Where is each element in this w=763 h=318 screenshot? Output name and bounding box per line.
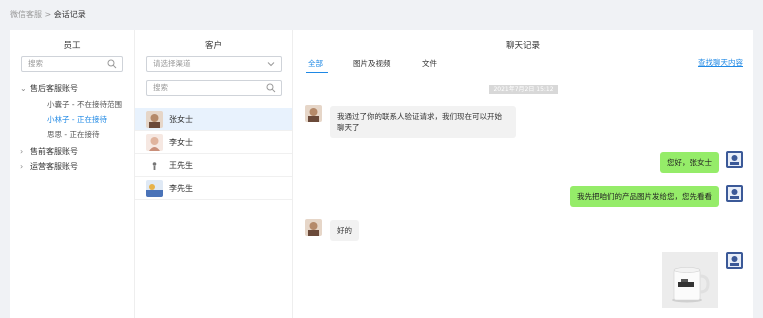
chat-title: 聊天记录: [505, 41, 540, 51]
staff-title: 员工: [63, 41, 81, 51]
tree-item-staff[interactable]: 小囊子 - 不在接待范围: [47, 99, 122, 110]
staff-search-input[interactable]: 搜索: [21, 56, 123, 72]
tab-all[interactable]: 全部: [308, 58, 323, 69]
agent-avatar[interactable]: [726, 252, 743, 269]
agent-avatar[interactable]: [726, 185, 743, 202]
caret-right-icon[interactable]: ›: [20, 162, 30, 171]
agent-avatar[interactable]: [726, 151, 743, 168]
chevron-down-icon[interactable]: [266, 59, 276, 69]
chat-column: 聊天记录 全部 图片及视频 文件 查找聊天内容 2021年7月2日 15:12 …: [293, 30, 753, 318]
caret-right-icon[interactable]: ›: [20, 147, 30, 156]
customer-name: 王先生: [169, 161, 193, 170]
customer-item[interactable]: 李女士: [135, 131, 292, 154]
channel-select-placeholder: 请选择渠道: [153, 59, 191, 68]
avatar: [146, 134, 163, 151]
channel-select[interactable]: 请选择渠道: [146, 56, 282, 72]
customer-title: 客户: [204, 41, 222, 51]
mug-image: [662, 252, 718, 308]
active-tab-indicator: [306, 72, 328, 73]
customer-avatar[interactable]: [305, 105, 322, 122]
tree-group-label: 售后客服账号: [30, 84, 78, 93]
tree-group-after-sales[interactable]: ⌄ 售后客服账号: [20, 83, 78, 94]
tree-group-pre-sales[interactable]: › 售前客服账号: [20, 146, 78, 157]
breadcrumb-current: 会话记录: [53, 10, 86, 19]
search-icon[interactable]: [266, 83, 276, 93]
customer-column: 客户 请选择渠道 搜索 张女士 李女士 王先生 李先生: [135, 30, 293, 318]
staff-search-placeholder: 搜索: [28, 59, 43, 68]
customer-search-input[interactable]: 搜索: [146, 80, 282, 96]
staff-column: 员工 搜索 ⌄ 售后客服账号 小囊子 - 不在接待范围 小林子 - 正在接待 思思…: [10, 30, 135, 318]
customer-item-selected[interactable]: 张女士: [135, 108, 292, 131]
message-timestamp: 2021年7月2日 15:12: [489, 85, 558, 94]
message-bubble-right: 我先把咱们的产品图片发给您，您先看看: [570, 186, 719, 207]
message-bubble-right: 您好，张女士: [660, 152, 719, 173]
customer-item[interactable]: 李先生: [135, 177, 292, 200]
avatar: [146, 111, 163, 128]
customer-item[interactable]: 王先生: [135, 154, 292, 177]
avatar: [146, 180, 163, 197]
message-bubble-left: 我通过了你的联系人验证请求，我们现在可以开始聊天了: [330, 106, 516, 138]
customer-name: 李先生: [169, 184, 193, 193]
session-records-panel: 员工 搜索 ⌄ 售后客服账号 小囊子 - 不在接待范围 小林子 - 正在接待 思思…: [10, 30, 753, 318]
avatar: [146, 157, 163, 174]
customer-name: 李女士: [169, 138, 193, 147]
customer-search-placeholder: 搜索: [153, 83, 168, 92]
customer-avatar[interactable]: [305, 219, 322, 236]
search-icon[interactable]: [107, 59, 117, 69]
tree-item-staff-active[interactable]: 小林子 - 正在接待: [47, 114, 107, 125]
customer-name: 张女士: [169, 115, 193, 124]
breadcrumb-separator: >: [44, 10, 52, 19]
caret-down-icon[interactable]: ⌄: [20, 84, 30, 93]
tree-group-label: 运营客服账号: [30, 162, 78, 171]
tree-item-staff[interactable]: 思思 - 正在接待: [47, 129, 99, 140]
tree-group-label: 售前客服账号: [30, 147, 78, 156]
product-image-message[interactable]: [662, 252, 718, 308]
message-bubble-left: 好的: [330, 220, 359, 241]
breadcrumb-parent[interactable]: 微信客服: [10, 10, 42, 19]
find-chat-content-link[interactable]: 查找聊天内容: [698, 57, 743, 68]
tab-media[interactable]: 图片及视频: [353, 58, 391, 69]
breadcrumb: 微信客服 > 会话记录: [10, 9, 86, 20]
tab-files[interactable]: 文件: [422, 58, 437, 69]
tree-group-operations[interactable]: › 运营客服账号: [20, 161, 78, 172]
